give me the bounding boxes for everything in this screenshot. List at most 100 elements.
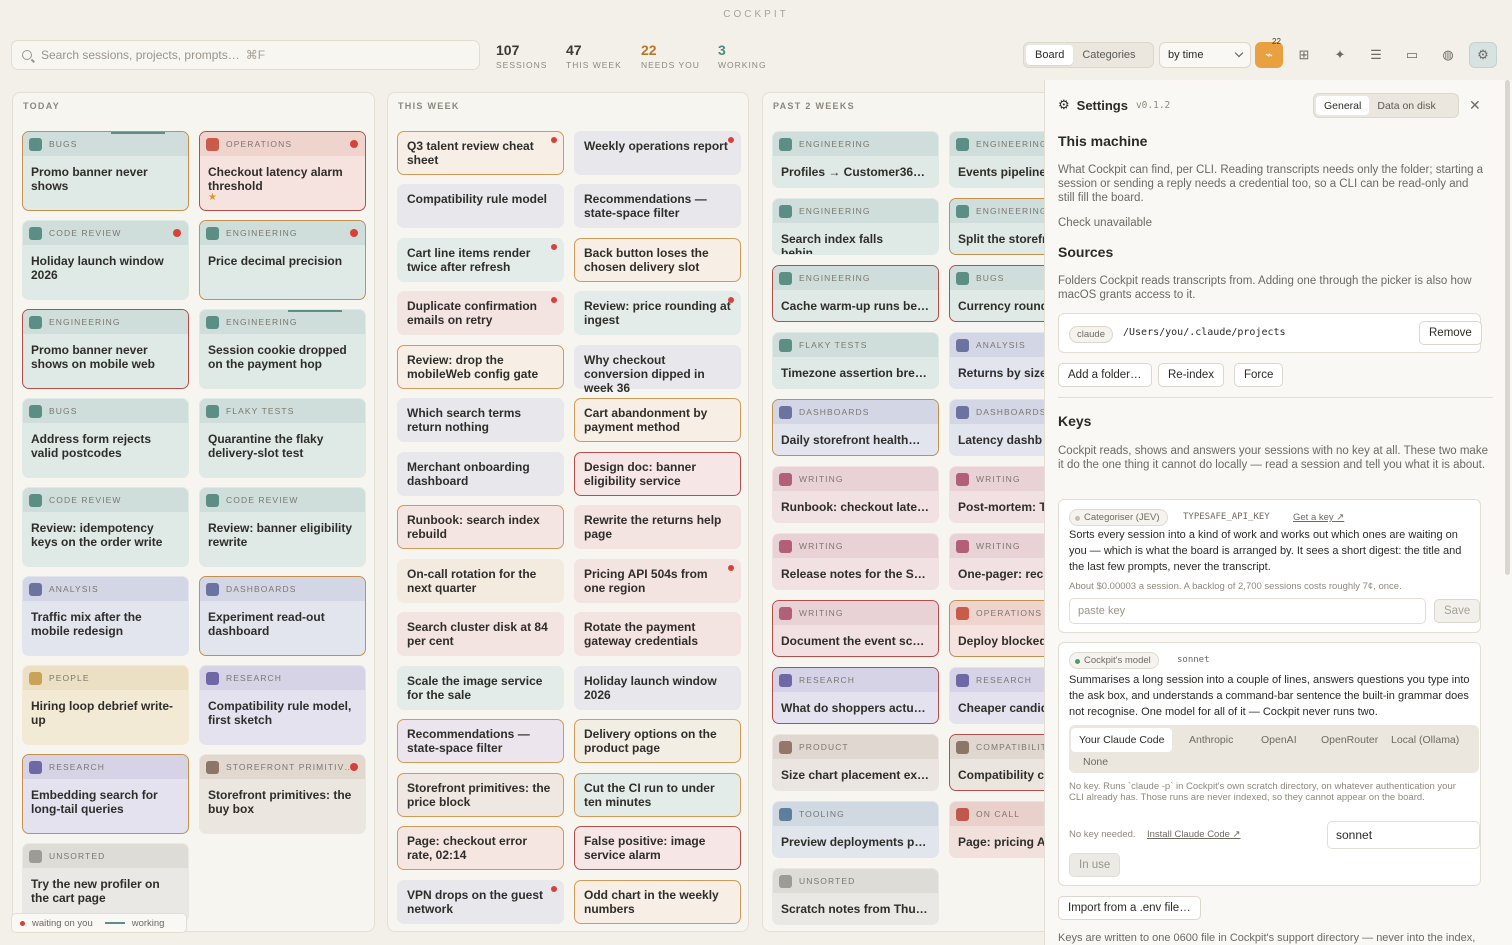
- session-card[interactable]: RESEARCH What do shoppers actu…: [772, 667, 939, 724]
- session-card[interactable]: Design doc: banner eligibility service: [574, 452, 741, 496]
- session-card[interactable]: DASHBOARDS Daily storefront health…: [772, 399, 939, 456]
- key-input[interactable]: paste key: [1069, 598, 1426, 624]
- scrollbar[interactable]: [1505, 80, 1510, 575]
- session-card[interactable]: Recommendations — state-space filter: [397, 719, 564, 763]
- session-card[interactable]: Recommendations — state-space filter: [574, 184, 741, 228]
- session-card[interactable]: PRODUCT Size chart placement ex…: [772, 734, 939, 791]
- session-card[interactable]: Cart abandonment by payment method: [574, 398, 741, 442]
- sparkle-button[interactable]: ✦: [1326, 42, 1354, 68]
- search-input[interactable]: Search sessions, projects, prompts… ⌘F: [11, 40, 480, 70]
- session-card[interactable]: Compatibility rule model: [397, 184, 564, 228]
- session-card[interactable]: Rotate the payment gateway credentials: [574, 612, 741, 656]
- session-card[interactable]: Scale the image service for the sale: [397, 666, 564, 710]
- session-card[interactable]: Storefront primitives: the price block: [397, 773, 564, 817]
- session-card[interactable]: RESEARCH Embedding search for long-tail q…: [22, 754, 189, 834]
- session-card[interactable]: UNSORTED Try the new profiler on the cart…: [22, 843, 189, 923]
- session-card[interactable]: WRITING Release notes for the S…: [772, 533, 939, 590]
- install-claude-link[interactable]: Install Claude Code ↗: [1147, 829, 1241, 840]
- session-card[interactable]: PEOPLE Hiring loop debrief write-up: [22, 665, 189, 745]
- session-card[interactable]: BUGS Promo banner never shows: [22, 131, 189, 211]
- close-icon[interactable]: ✕: [1469, 97, 1481, 114]
- session-card[interactable]: UNSORTED Scratch notes from Thu…: [772, 868, 939, 925]
- add-folder-button[interactable]: Add a folder…: [1058, 363, 1152, 387]
- settings-button[interactable]: ⚙: [1469, 42, 1497, 68]
- session-card[interactable]: Holiday launch window 2026: [574, 666, 741, 710]
- tab-local-ollama[interactable]: Local (Ollama): [1383, 730, 1467, 750]
- session-card[interactable]: On-call rotation for the next quarter: [397, 559, 564, 603]
- session-card[interactable]: WRITING Document the event sc…: [772, 600, 939, 657]
- session-card[interactable]: ENGINEERING Promo banner never shows on m…: [22, 309, 189, 389]
- session-card[interactable]: Duplicate confirmation emails on retry: [397, 291, 564, 335]
- session-card[interactable]: CODE REVIEW Review: banner eligibility re…: [199, 487, 366, 567]
- session-card[interactable]: Weekly operations report: [574, 131, 741, 175]
- star-icon[interactable]: ★: [208, 192, 217, 203]
- tab-data-on-disk[interactable]: Data on disk: [1369, 96, 1443, 115]
- get-key-link[interactable]: Get a key ↗: [1293, 512, 1344, 523]
- session-card[interactable]: STOREFRONT PRIMITIV… Storefront primitive…: [199, 754, 366, 834]
- session-card[interactable]: ENGINEERING Cache warm-up runs be…: [772, 265, 939, 322]
- list-view-button[interactable]: ☰: [1362, 42, 1390, 68]
- session-card[interactable]: ENGINEERING Price decimal precision: [199, 220, 366, 300]
- pen-icon: [956, 472, 969, 486]
- session-card[interactable]: Runbook: search index rebuild: [397, 505, 564, 549]
- session-card[interactable]: Delivery options on the product page: [574, 719, 741, 763]
- in-use-button[interactable]: In use: [1069, 853, 1121, 877]
- session-card[interactable]: CODE REVIEW Holiday launch window 2026: [22, 220, 189, 300]
- stat-sessions[interactable]: 107 SESSIONS: [496, 42, 547, 70]
- stat-needs-you[interactable]: 22 NEEDS YOU: [641, 42, 700, 70]
- stat-working[interactable]: 3 WORKING: [718, 42, 767, 70]
- session-card[interactable]: Review: price rounding at ingest: [574, 291, 741, 335]
- help-button[interactable]: ◍: [1434, 42, 1462, 68]
- archive-button[interactable]: ▭: [1398, 42, 1426, 68]
- categories-tab[interactable]: Categories: [1073, 45, 1144, 65]
- session-card[interactable]: FLAKY TESTS Quarantine the flaky delivery…: [199, 398, 366, 478]
- session-card[interactable]: Which search terms return nothing: [397, 398, 564, 442]
- session-card[interactable]: Odd chart in the weekly numbers: [574, 880, 741, 924]
- session-card[interactable]: CODE REVIEW Review: idempotency keys on t…: [22, 487, 189, 567]
- tab-none[interactable]: None: [1075, 752, 1116, 772]
- force-button[interactable]: Force: [1234, 363, 1284, 387]
- session-card[interactable]: Why checkout conversion dipped in week 3…: [574, 345, 741, 395]
- tab-openai[interactable]: OpenAI: [1253, 730, 1305, 750]
- tab-general[interactable]: General: [1316, 96, 1370, 115]
- session-card[interactable]: VPN drops on the guest network: [397, 880, 564, 924]
- session-card[interactable]: Merchant onboarding dashboard: [397, 452, 564, 496]
- session-card[interactable]: False positive: image service alarm: [574, 826, 741, 870]
- session-card[interactable]: FLAKY TESTS Timezone assertion bre…: [772, 332, 939, 389]
- session-card[interactable]: ENGINEERING Session cookie dropped on the…: [199, 309, 366, 389]
- session-card[interactable]: TOOLING Preview deployments p…: [772, 801, 939, 858]
- session-card[interactable]: OPERATIONS Checkout latency alarm thresho…: [199, 131, 366, 211]
- tab-openrouter[interactable]: OpenRouter: [1313, 730, 1386, 750]
- tab-anthropic[interactable]: Anthropic: [1181, 730, 1241, 750]
- save-button[interactable]: Save: [1434, 599, 1481, 623]
- pen-icon: [779, 606, 792, 620]
- session-card[interactable]: Q3 talent review cheat sheet: [397, 131, 564, 175]
- board-tab[interactable]: Board: [1026, 45, 1074, 65]
- session-card[interactable]: ENGINEERING Search index falls behin…: [772, 198, 939, 255]
- session-card[interactable]: Page: checkout error rate, 02:14: [397, 826, 564, 870]
- session-card[interactable]: ANALYSIS Traffic mix after the mobile red…: [22, 576, 189, 656]
- session-card[interactable]: Pricing API 504s from one region: [574, 559, 741, 603]
- product-icon: [779, 740, 792, 754]
- model-input[interactable]: sonnet: [1327, 821, 1480, 849]
- session-card[interactable]: Back button loses the chosen delivery sl…: [574, 238, 741, 282]
- tab-your-claude-code[interactable]: Your Claude Code: [1071, 728, 1173, 752]
- session-card[interactable]: Rewrite the returns help page: [574, 505, 741, 549]
- session-card[interactable]: RESEARCH Compatibility rule model, first …: [199, 665, 366, 745]
- session-card[interactable]: Cart line items render twice after refre…: [397, 238, 564, 282]
- session-card[interactable]: ENGINEERING Profiles → Customer36…: [772, 131, 939, 188]
- session-card[interactable]: WRITING Runbook: checkout late…: [772, 466, 939, 523]
- stat-this-week[interactable]: 47 THIS WEEK: [566, 42, 622, 70]
- session-card[interactable]: Search cluster disk at 84 per cent: [397, 612, 564, 656]
- new-session-button[interactable]: ⊞: [1290, 42, 1318, 68]
- reindex-button[interactable]: Re-index: [1158, 363, 1225, 387]
- list-icon: ☰: [1370, 47, 1382, 62]
- session-card[interactable]: Cut the CI run to under ten minutes: [574, 773, 741, 817]
- activity-badge: 22: [1272, 37, 1281, 46]
- session-card[interactable]: DASHBOARDS Experiment read-out dashboard: [199, 576, 366, 656]
- sort-select[interactable]: by time: [1159, 42, 1251, 68]
- import-env-button[interactable]: Import from a .env file…: [1058, 896, 1201, 920]
- session-card[interactable]: Review: drop the mobileWeb config gate: [397, 345, 564, 389]
- remove-button[interactable]: Remove: [1419, 321, 1482, 345]
- session-card[interactable]: BUGS Address form rejects valid postcodes: [22, 398, 189, 478]
